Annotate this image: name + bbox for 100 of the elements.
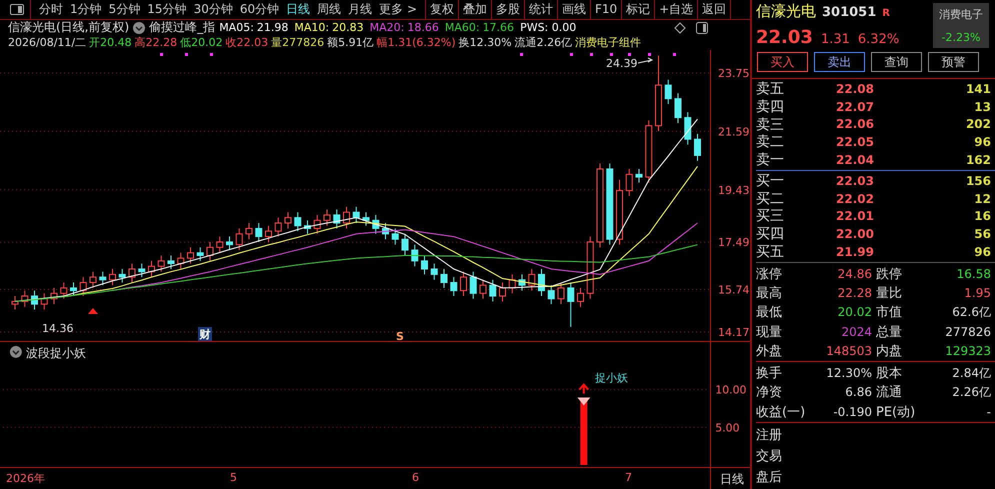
candlestick xyxy=(567,282,574,328)
trade-button[interactable]: 查询 xyxy=(871,52,922,72)
quote-value: 2026/08/11/二 xyxy=(8,35,86,50)
dropdown-icon[interactable] xyxy=(133,22,146,34)
period-tab[interactable]: 5分钟 xyxy=(108,1,140,18)
candlestick xyxy=(694,133,701,162)
order-level-label: 卖三 xyxy=(756,116,785,134)
pws-value: PWS: 0.00 xyxy=(520,21,576,34)
low-price-label: 14.36 xyxy=(42,322,74,335)
quote-value: 量277826 xyxy=(271,35,324,50)
candlestick xyxy=(168,254,174,270)
quote-value: 流通2.26亿 xyxy=(514,35,572,50)
info-label: 注册 xyxy=(756,427,783,446)
toolbar-button[interactable]: 叠加 xyxy=(459,0,492,19)
stat-value: 6.86 xyxy=(844,385,873,400)
toolbar-button[interactable]: 画线 xyxy=(558,0,591,19)
dividend-marker[interactable]: S xyxy=(396,330,404,343)
trade-button[interactable]: 卖出 xyxy=(814,52,865,72)
order-level-label: 买三 xyxy=(756,207,785,226)
toolbar-button[interactable]: 标记 xyxy=(622,0,656,19)
candlestick xyxy=(499,282,506,302)
indicator-title: 波段捉小妖 xyxy=(26,346,86,360)
sector-card[interactable]: 消费电子 -2.23% xyxy=(933,3,989,48)
candlestick xyxy=(158,254,165,272)
order-volume: 56 xyxy=(973,227,992,242)
candlestick xyxy=(528,268,536,292)
stat-value: 2024 xyxy=(840,324,873,338)
toolbar-button[interactable]: 统计 xyxy=(525,0,558,19)
trade-button[interactable]: 预警 xyxy=(928,52,979,72)
order-level-label: 卖四 xyxy=(756,98,785,116)
candlestick xyxy=(362,212,370,226)
candlestick xyxy=(246,222,252,240)
order-level-label: 买一 xyxy=(756,172,785,190)
quote-value: 消费电子组件 xyxy=(575,35,642,50)
ma-value: 17.66 xyxy=(482,21,514,34)
last-price: 22.03 xyxy=(756,27,813,48)
order-level-label: 买五 xyxy=(756,243,785,262)
panel-icon[interactable] xyxy=(696,22,708,34)
diamond-icon[interactable] xyxy=(674,22,686,34)
candlestick xyxy=(343,206,350,229)
period-tab[interactable]: 60分钟 xyxy=(240,1,280,18)
ma-name: MA05: xyxy=(219,21,254,34)
candlestick xyxy=(236,228,243,251)
ma-name: MA10: xyxy=(294,21,330,34)
date-axis-label: 6 xyxy=(412,471,419,484)
order-level-label: 买四 xyxy=(756,225,785,244)
candlestick xyxy=(118,268,126,284)
toolbar-button[interactable]: 返回 xyxy=(698,0,732,19)
stat-label: 外盘 xyxy=(756,342,783,360)
toolbar-button[interactable]: 复权 xyxy=(426,0,459,19)
panel-toggle-icon[interactable] xyxy=(10,4,24,15)
stat-label: 市值 xyxy=(876,304,903,322)
stat-label: 净资 xyxy=(756,384,783,402)
trade-button[interactable]: 买入 xyxy=(757,52,808,72)
order-price: 22.07 xyxy=(836,100,875,114)
period-tab[interactable]: 分时 xyxy=(39,1,63,18)
period-tab[interactable]: 15分钟 xyxy=(147,1,187,18)
stat-value: 2.26亿 xyxy=(951,384,992,401)
period-tab[interactable]: 30分钟 xyxy=(194,1,233,18)
order-volume: 202 xyxy=(964,117,992,132)
candlestick xyxy=(664,79,672,105)
date-axis-label: 5 xyxy=(230,471,237,484)
period-label: 日线 xyxy=(720,471,744,488)
toolbar-button[interactable]: 多股 xyxy=(492,0,525,19)
finance-marker[interactable]: 财 xyxy=(198,327,212,341)
candlestick xyxy=(216,236,224,254)
stat-value: 62.6亿 xyxy=(951,304,992,321)
period-tab[interactable]: 1分钟 xyxy=(70,1,102,18)
order-volume: 16 xyxy=(973,209,992,224)
candlestick xyxy=(138,263,146,278)
triangle-icon xyxy=(88,308,98,314)
period-tab[interactable]: 周线 xyxy=(317,1,342,18)
dropdown-icon[interactable] xyxy=(10,346,22,358)
info-label: 交易 xyxy=(756,448,783,466)
stat-label: 收益(一) xyxy=(756,404,806,421)
order-volume: 156 xyxy=(964,174,992,188)
stat-value: 129323 xyxy=(944,344,992,358)
toolbar-button[interactable]: F10 xyxy=(591,0,622,19)
order-level-label: 买二 xyxy=(756,190,785,208)
stat-label: 最高 xyxy=(756,284,783,302)
toolbar-button[interactable]: +自选 xyxy=(655,0,698,19)
candlestick xyxy=(460,271,467,297)
period-tab[interactable]: 日线 xyxy=(286,1,310,18)
date-axis-label: 7 xyxy=(625,471,632,484)
candlestick xyxy=(99,271,106,286)
ma-value: 20.83 xyxy=(332,21,364,34)
ma-name: MA20: xyxy=(370,21,404,34)
ma-value: 21.98 xyxy=(256,21,288,34)
order-price: 22.03 xyxy=(836,174,875,188)
candlestick xyxy=(324,209,330,226)
stat-value: 20.02 xyxy=(836,305,873,320)
period-tab[interactable]: 更多 > xyxy=(379,1,417,18)
quote-value: 收22.03 xyxy=(226,35,268,50)
candlestick xyxy=(284,212,292,229)
stat-label: 涨停 xyxy=(756,266,783,283)
price-axis-label: 17.49 xyxy=(718,236,750,250)
stat-value: 2.84亿 xyxy=(951,364,992,382)
candlestick xyxy=(636,168,642,183)
candlestick xyxy=(196,246,204,262)
period-tab[interactable]: 月线 xyxy=(348,1,372,18)
